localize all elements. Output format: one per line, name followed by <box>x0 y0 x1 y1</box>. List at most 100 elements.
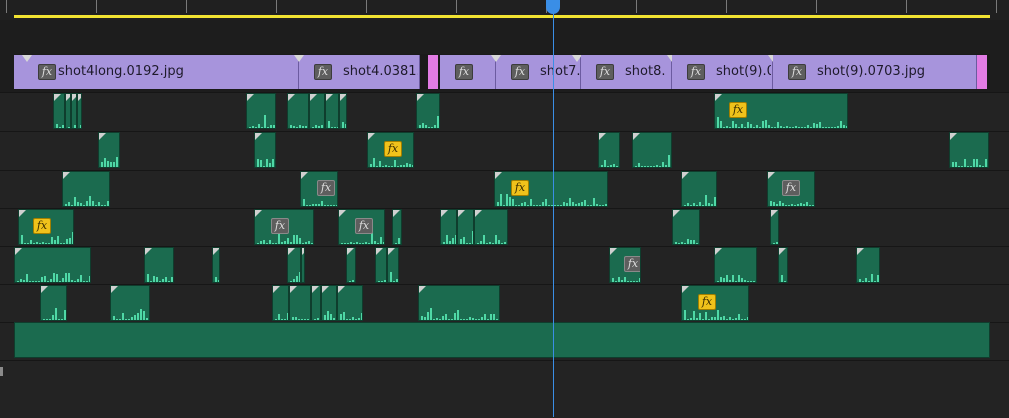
audio-clip[interactable] <box>440 209 457 245</box>
waveform-bar <box>840 121 842 128</box>
audio-clip[interactable] <box>949 132 989 168</box>
audio-clip[interactable]: fx <box>338 209 385 245</box>
fx-icon[interactable]: fx <box>782 180 800 196</box>
video-clip[interactable]: fx shot8. <box>581 55 677 89</box>
audio-clip[interactable] <box>375 247 387 283</box>
audio-clip[interactable]: fx <box>254 209 314 245</box>
audio-track-6[interactable] <box>0 284 1009 323</box>
fx-icon[interactable]: fx <box>455 64 473 80</box>
waveform-bar <box>101 162 103 167</box>
waveform-bar <box>378 281 380 282</box>
fx-icon[interactable]: fx <box>511 64 529 80</box>
audio-clip[interactable] <box>77 93 82 129</box>
audio-clip[interactable] <box>770 209 779 245</box>
audio-clip[interactable] <box>418 285 500 321</box>
audio-clip[interactable] <box>672 209 700 245</box>
playhead-line[interactable] <box>553 10 554 417</box>
audio-clip[interactable] <box>681 171 717 207</box>
audio-clip[interactable] <box>144 247 174 283</box>
waveform-bar <box>633 281 635 282</box>
clip-name: shot(9).0703.jpg <box>817 64 925 79</box>
audio-clip[interactable] <box>309 93 325 129</box>
time-ruler[interactable] <box>0 0 1009 20</box>
audio-clip[interactable]: fx <box>681 285 749 321</box>
audio-clip[interactable] <box>321 285 337 321</box>
audio-clip[interactable]: fx <box>767 171 815 207</box>
fx-icon[interactable]: fx <box>38 64 56 80</box>
waveform-bar <box>828 127 830 128</box>
audio-clip[interactable]: fx <box>494 171 608 207</box>
fx-icon[interactable]: fx <box>384 141 402 157</box>
transition[interactable] <box>977 55 987 89</box>
audio-clip[interactable] <box>311 285 321 321</box>
waveform-bar <box>74 125 76 128</box>
fx-icon[interactable]: fx <box>624 256 640 272</box>
fx-icon[interactable]: fx <box>687 64 705 80</box>
audio-clip[interactable] <box>392 209 402 245</box>
audio-clip[interactable] <box>778 247 788 283</box>
audio-clip[interactable] <box>474 209 508 245</box>
audio-clip[interactable]: fx <box>300 171 338 207</box>
audio-clip[interactable] <box>246 93 276 129</box>
waveform-bar <box>113 162 115 167</box>
audio-clip-long[interactable] <box>14 322 990 358</box>
audio-clip[interactable] <box>457 209 474 245</box>
video-clip[interactable]: fx shot(9).0703.jpg <box>773 55 977 89</box>
audio-clip[interactable] <box>212 247 220 283</box>
fx-icon[interactable]: fx <box>596 64 614 80</box>
audio-track-2[interactable] <box>0 131 1009 170</box>
fx-icon[interactable]: fx <box>511 180 529 196</box>
fx-icon[interactable]: fx <box>729 102 747 118</box>
playhead-handle[interactable] <box>546 0 560 14</box>
audio-clip[interactable] <box>387 247 399 283</box>
audio-clip[interactable] <box>287 247 301 283</box>
video-clip[interactable]: fx shot(9).0 <box>672 55 778 89</box>
audio-clip[interactable] <box>272 285 289 321</box>
audio-clip[interactable] <box>287 93 309 129</box>
audio-clip[interactable] <box>40 285 67 321</box>
audio-clip[interactable] <box>254 132 276 168</box>
audio-clip[interactable] <box>416 93 440 129</box>
fx-icon[interactable]: fx <box>788 64 806 80</box>
video-clip[interactable]: fx shot7. <box>491 55 582 89</box>
video-clip[interactable]: fx shot4long.0192.jpg <box>14 55 299 89</box>
audio-clip[interactable] <box>62 171 110 207</box>
fx-icon[interactable]: fx <box>698 294 716 310</box>
audio-clip[interactable] <box>325 93 339 129</box>
waveform-bar <box>575 204 577 206</box>
fx-icon[interactable]: fx <box>33 218 51 234</box>
waveform-bar <box>621 280 623 282</box>
video-clip[interactable]: fx <box>440 55 496 89</box>
waveform-bar <box>330 314 332 320</box>
fx-icon[interactable]: fx <box>314 64 332 80</box>
timeline-panel[interactable]: fx shot4long.0192.jpg fx shot4.0381. fx … <box>0 0 1009 418</box>
waveform-bar <box>150 281 152 282</box>
audio-clip[interactable] <box>856 247 880 283</box>
audio-clip[interactable] <box>714 247 757 283</box>
audio-clip[interactable] <box>598 132 620 168</box>
audio-clip[interactable] <box>339 93 347 129</box>
audio-clip[interactable]: fx <box>367 132 414 168</box>
audio-clip[interactable] <box>98 132 120 168</box>
audio-track-1[interactable] <box>0 92 1009 131</box>
audio-clip[interactable] <box>289 285 311 321</box>
waveform-bar <box>708 203 710 206</box>
audio-track-8[interactable] <box>0 360 1009 418</box>
audio-clip[interactable]: fx <box>609 247 641 283</box>
audio-clip[interactable] <box>337 285 363 321</box>
audio-clip[interactable] <box>301 247 305 283</box>
audio-clip[interactable] <box>632 132 672 168</box>
audio-clip[interactable] <box>346 247 356 283</box>
fx-icon[interactable]: fx <box>271 218 289 234</box>
audio-clip[interactable] <box>110 285 150 321</box>
audio-clip[interactable]: fx <box>714 93 848 129</box>
audio-clip[interactable]: fx <box>18 209 74 245</box>
fx-icon[interactable]: fx <box>355 218 373 234</box>
work-area-bar[interactable] <box>14 15 990 18</box>
audio-clip[interactable] <box>53 93 65 129</box>
video-clip[interactable]: fx shot4.0381. <box>294 55 420 89</box>
audio-clip[interactable] <box>14 247 91 283</box>
fx-icon[interactable]: fx <box>317 180 335 196</box>
waveform-bar <box>171 277 173 282</box>
transition[interactable] <box>428 55 438 89</box>
